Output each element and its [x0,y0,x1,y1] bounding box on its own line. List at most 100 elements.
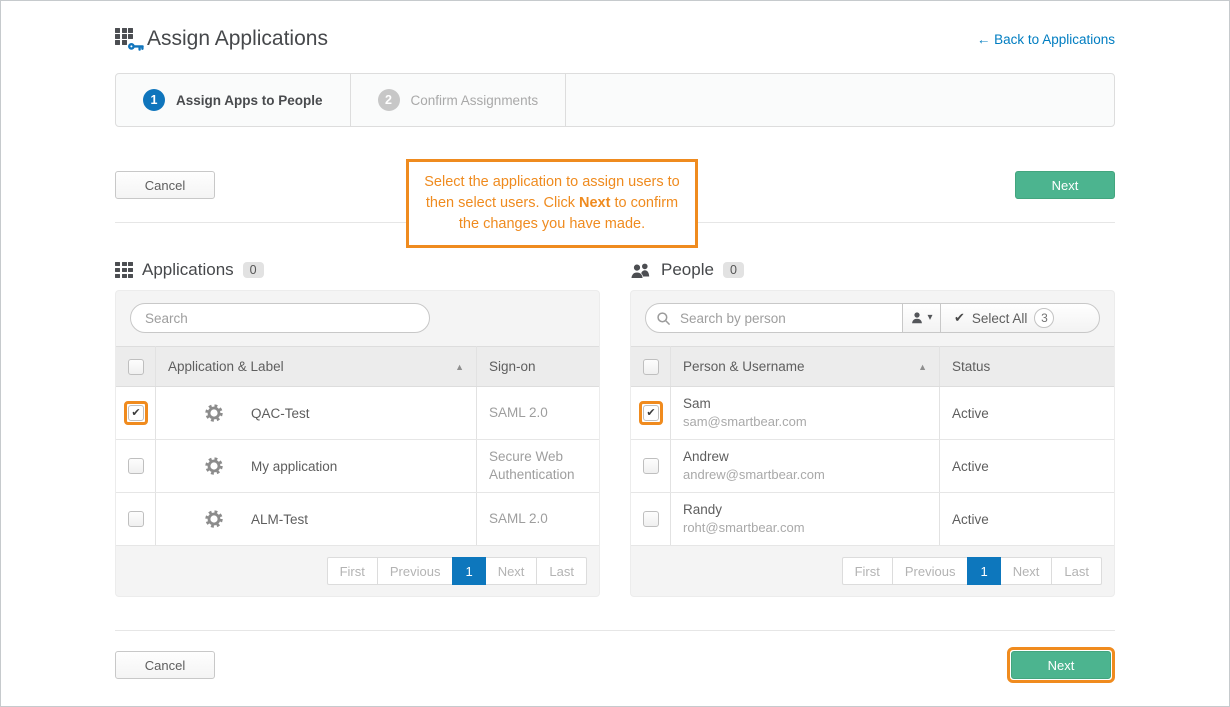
pagination-page-1[interactable]: 1 [452,557,485,585]
step-number-badge: 1 [143,89,165,111]
instruction-callout: Select the application to assign users t… [406,159,698,248]
application-name: My application [251,459,337,474]
person-checkbox[interactable] [643,405,659,421]
person-status: Active [940,493,1115,546]
back-to-applications-link[interactable]: ← Back to Applications [977,32,1115,47]
pagination-next[interactable]: Next [485,557,538,585]
step-label: Confirm Assignments [411,93,539,108]
cancel-button[interactable]: Cancel [115,651,215,679]
selection-highlight [124,454,148,478]
selection-highlight [639,454,663,478]
callout-bold-text: Next [579,195,610,211]
applications-panel: Application & Label ▲ Sign-on [115,290,600,597]
person-name: Andrew [683,448,927,466]
person-row[interactable]: Sam sam@smartbear.com Active [631,387,1114,440]
people-count-badge: 0 [723,262,744,278]
select-all-label: Select All [972,311,1028,326]
step-assign-apps[interactable]: 1 Assign Apps to People [116,74,351,126]
pagination-next[interactable]: Next [1000,557,1053,585]
application-row[interactable]: ALM-Test SAML 2.0 [116,493,599,546]
gear-icon [204,403,224,423]
pagination-previous[interactable]: Previous [892,557,969,585]
person-row[interactable]: Randy roht@smartbear.com Active [631,493,1114,546]
select-all-button[interactable]: ✔ Select All 3 [940,303,1100,333]
applications-section: Applications 0 Applicatio [115,259,600,597]
people-pagination: First Previous 1 Next Last [842,557,1102,585]
people-section-title: People [661,260,714,280]
select-all-apps-checkbox[interactable] [128,359,144,375]
application-name: ALM-Test [251,512,308,527]
pagination-previous[interactable]: Previous [377,557,454,585]
people-search-input[interactable] [678,310,896,327]
applications-section-title: Applications [142,260,234,280]
person-icon [910,311,924,325]
applications-header-row: Application & Label ▲ Sign-on [116,347,599,387]
pagination-first[interactable]: First [327,557,378,585]
people-panel: ▾ ✔ Select All 3 [630,290,1115,597]
applications-signon-column-header: Sign-on [477,347,600,387]
people-status-column-header: Status [940,347,1115,387]
person-checkbox[interactable] [643,458,659,474]
step-label: Assign Apps to People [176,93,323,108]
application-signon: SAML 2.0 [477,387,600,440]
key-icon [128,39,144,54]
next-button[interactable]: Next [1011,651,1111,679]
app-grid-key-icon [115,28,137,50]
selection-highlight [124,507,148,531]
applications-name-column-header: Application & Label [168,359,284,374]
step-confirm-assignments[interactable]: 2 Confirm Assignments [351,74,567,126]
gear-icon [204,456,224,476]
bottom-toolbar: Cancel Next [115,647,1115,683]
page-title: Assign Applications [147,27,328,51]
people-section: People 0 [630,259,1115,597]
person-name: Randy [683,501,927,519]
sort-ascending-icon[interactable]: ▲ [455,362,464,372]
person-row[interactable]: Andrew andrew@smartbear.com Active [631,440,1114,493]
selection-highlight [639,507,663,531]
step-number-badge: 2 [378,89,400,111]
check-icon: ✔ [954,310,965,326]
select-all-count-badge: 3 [1034,308,1054,328]
person-status: Active [940,440,1115,493]
people-icon [630,262,652,279]
person-status: Active [940,387,1115,440]
selection-highlight [124,401,148,425]
sort-ascending-icon[interactable]: ▲ [918,362,927,372]
application-signon: SAML 2.0 [477,493,600,546]
person-email: andrew@smartbear.com [683,466,927,484]
applications-search-input[interactable] [130,303,430,333]
next-button-highlight: Next [1007,647,1115,683]
applications-pagination: First Previous 1 Next Last [327,557,587,585]
assign-applications-page: Assign Applications ← Back to Applicatio… [0,0,1230,707]
application-checkbox[interactable] [128,405,144,421]
wizard-step-bar: 1 Assign Apps to People 2 Confirm Assign… [115,73,1115,127]
applications-grid-icon [115,262,133,279]
person-filter-button[interactable]: ▾ [903,303,941,333]
people-table: Person & Username ▲ Status [631,346,1114,546]
applications-table: Application & Label ▲ Sign-on [116,346,599,546]
page-header: Assign Applications ← Back to Applicatio… [115,1,1115,51]
select-all-people-checkbox[interactable] [643,359,659,375]
pagination-page-1[interactable]: 1 [967,557,1000,585]
pagination-last[interactable]: Last [536,557,587,585]
application-name: QAC-Test [251,406,310,421]
application-signon: Secure Web Authentication [477,440,600,493]
people-name-column-header: Person & Username [683,359,805,374]
applications-count-badge: 0 [243,262,264,278]
people-header-row: Person & Username ▲ Status [631,347,1114,387]
application-row[interactable]: My application Secure Web Authentication [116,440,599,493]
divider [115,630,1115,631]
person-name: Sam [683,395,927,413]
application-checkbox[interactable] [128,458,144,474]
pagination-last[interactable]: Last [1051,557,1102,585]
gear-icon [204,509,224,529]
application-checkbox[interactable] [128,511,144,527]
application-row[interactable]: QAC-Test SAML 2.0 [116,387,599,440]
chevron-down-icon: ▾ [927,313,932,323]
person-checkbox[interactable] [643,511,659,527]
person-email: sam@smartbear.com [683,413,927,431]
person-email: roht@smartbear.com [683,519,927,537]
cancel-button[interactable]: Cancel [115,171,215,199]
pagination-first[interactable]: First [842,557,893,585]
next-button[interactable]: Next [1015,171,1115,199]
